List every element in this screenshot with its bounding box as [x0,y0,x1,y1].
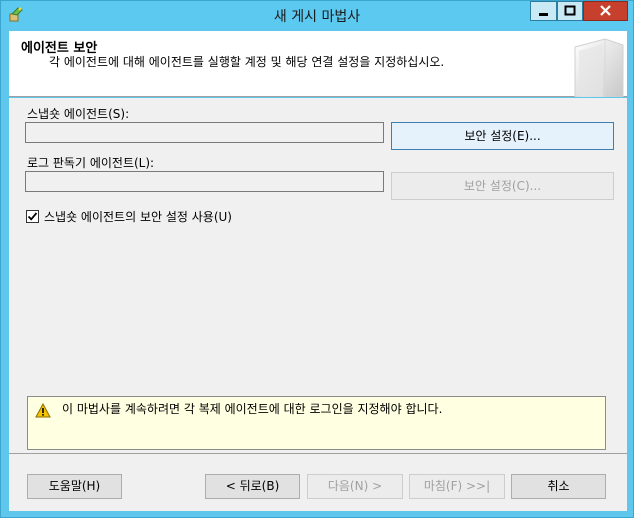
cancel-button[interactable]: 취소 [511,474,606,499]
close-button[interactable] [583,1,628,21]
warning-icon [35,402,51,418]
wizard-footer: 도움말(H) < 뒤로(B) 다음(N) > 마침(F) >>| 취소 [9,453,627,511]
next-button[interactable]: 다음(N) > [307,474,403,499]
wizard-header-graphic-icon [565,35,625,98]
help-button[interactable]: 도움말(H) [27,474,122,499]
snapshot-agent-field[interactable] [25,122,384,143]
back-button[interactable]: < 뒤로(B) [205,474,300,499]
maximize-button[interactable] [557,1,583,21]
checkmark-icon [27,212,38,221]
use-snapshot-security-checkbox[interactable] [26,210,39,223]
maximize-icon [564,5,576,16]
use-snapshot-security-label[interactable]: 스냅숏 에이전트의 보안 설정 사용(U) [44,208,232,225]
logreader-security-settings-button[interactable]: 보안 설정(C)... [391,172,614,200]
content-panel: 스냅숏 에이전트(S): 보안 설정(E)... 로그 판독기 에이전트(L):… [9,98,627,453]
snapshot-agent-label: 스냅숏 에이전트(S): [27,107,130,121]
close-icon [600,5,611,16]
page-description: 각 에이전트에 대해 에이전트를 실행할 계정 및 해당 연결 설정을 지정하십… [49,55,445,69]
logreader-agent-field[interactable] [25,171,384,192]
wizard-window: 새 게시 마법사 에이전트 보안 각 에이전트에 대해 에이전트를 실행할 계정… [0,0,634,518]
finish-button[interactable]: 마침(F) >>| [409,474,505,499]
title-bar[interactable]: 새 게시 마법사 [1,1,633,29]
wizard-header: 에이전트 보안 각 에이전트에 대해 에이전트를 실행할 계정 및 해당 연결 … [9,31,627,98]
snapshot-security-settings-button[interactable]: 보안 설정(E)... [391,122,614,150]
logreader-agent-label: 로그 판독기 에이전트(L): [27,156,155,170]
warning-message-box: 이 마법사를 계속하려면 각 복제 에이전트에 대한 로그인을 지정해야 합니다… [27,396,606,450]
minimize-icon [539,13,548,16]
warning-text: 이 마법사를 계속하려면 각 복제 에이전트에 대한 로그인을 지정해야 합니다… [62,402,443,416]
minimize-button[interactable] [530,1,557,21]
